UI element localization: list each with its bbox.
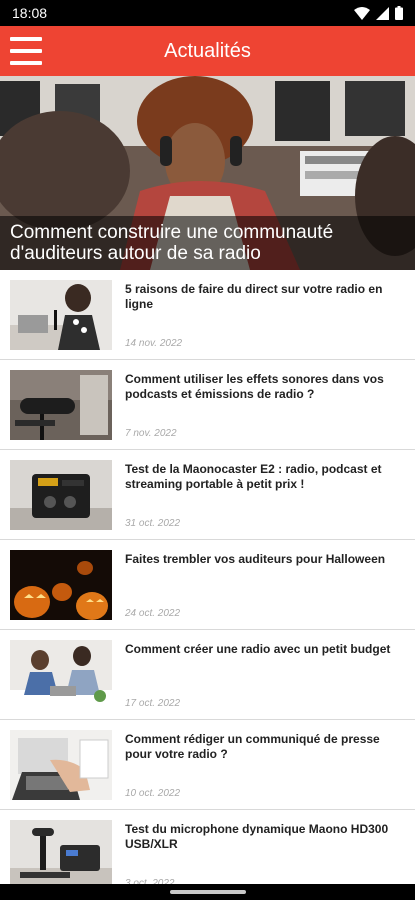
article-date: 14 nov. 2022 (125, 338, 183, 349)
list-item[interactable]: 5 raisons de faire du direct sur votre r… (0, 270, 415, 360)
wifi-icon (354, 6, 370, 20)
hero-title: Comment construire une communauté d'audi… (0, 216, 415, 270)
article-title: Comment rédiger un communiqué de presse … (125, 732, 380, 761)
article-thumbnail (10, 460, 112, 530)
article-date: 17 oct. 2022 (125, 698, 181, 709)
article-title: Test du microphone dynamique Maono HD300… (125, 822, 389, 851)
battery-icon (395, 6, 403, 20)
list-item[interactable]: Faites trembler vos auditeurs pour Hallo… (0, 540, 415, 630)
hamburger-menu-icon[interactable] (10, 37, 42, 65)
article-title: Comment créer une radio avec un petit bu… (125, 642, 391, 656)
article-title: Test de la Maonocaster E2 : radio, podca… (125, 462, 382, 491)
article-thumbnail (10, 280, 112, 350)
article-date: 24 oct. 2022 (125, 608, 181, 619)
article-date: 31 oct. 2022 (125, 518, 181, 529)
article-title: Faites trembler vos auditeurs pour Hallo… (125, 552, 386, 566)
status-icons (354, 6, 403, 20)
article-thumbnail (10, 550, 112, 620)
page-title: Actualités (164, 39, 251, 62)
article-title: 5 raisons de faire du direct sur votre r… (125, 282, 383, 311)
list-item[interactable]: Comment créer une radio avec un petit bu… (0, 630, 415, 720)
article-date: 7 nov. 2022 (125, 428, 177, 439)
home-gesture-handle[interactable] (170, 890, 246, 894)
list-item[interactable]: Comment rédiger un communiqué de presse … (0, 720, 415, 810)
list-item[interactable]: Test de la Maonocaster E2 : radio, podca… (0, 450, 415, 540)
hero-article[interactable]: Comment construire une communauté d'audi… (0, 76, 415, 270)
system-navigation-bar (0, 884, 415, 900)
status-bar: 18:08 (0, 0, 415, 26)
article-date: 10 oct. 2022 (125, 788, 181, 799)
article-thumbnail (10, 370, 112, 440)
signal-icon (376, 6, 389, 20)
list-item[interactable]: Comment utiliser les effets sonores dans… (0, 360, 415, 450)
article-thumbnail (10, 820, 112, 890)
article-thumbnail (10, 730, 112, 800)
article-list: 5 raisons de faire du direct sur votre r… (0, 270, 415, 900)
article-thumbnail (10, 640, 112, 710)
article-title: Comment utiliser les effets sonores dans… (125, 372, 384, 401)
app-bar: Actualités (0, 26, 415, 76)
status-time: 18:08 (12, 5, 48, 21)
